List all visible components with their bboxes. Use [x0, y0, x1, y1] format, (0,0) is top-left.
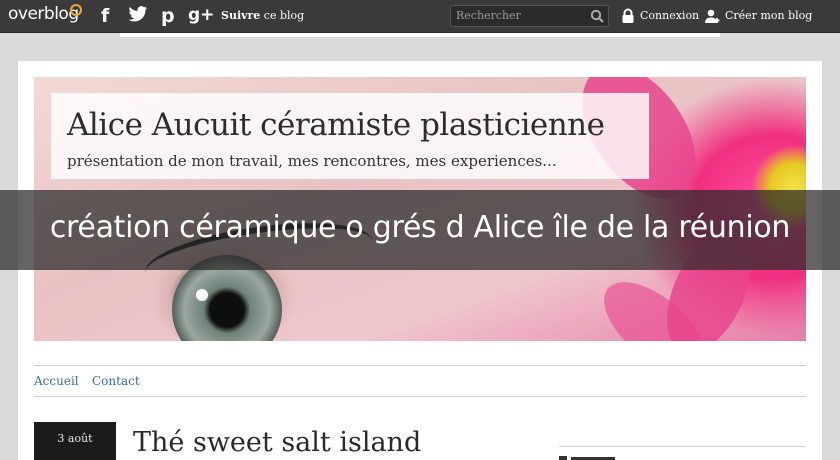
follow-bold: Suivre: [221, 9, 261, 22]
page-title: création céramique o grés d Alice île de…: [49, 210, 791, 245]
search-box: [450, 5, 609, 27]
blog-title[interactable]: Alice Aucuit céramiste plasticienne: [67, 107, 605, 143]
page-title-overlay: création céramique o grés d Alice île de…: [0, 190, 840, 270]
search-input[interactable]: [456, 9, 586, 22]
nav-item-contact[interactable]: Contact: [92, 374, 140, 388]
overblog-topbar: overblog f p g+ Suivre ce blog Connexion…: [0, 0, 840, 33]
sidebar-divider: [559, 446, 805, 447]
follow-rest: ce blog: [260, 9, 305, 22]
overblog-logo-mark-icon: [70, 4, 82, 16]
post-date: 3 août: [57, 432, 93, 445]
lock-icon: [622, 8, 634, 23]
nav-item-accueil[interactable]: Accueil: [34, 374, 79, 388]
topbar-underline: [120, 33, 720, 37]
twitter-icon[interactable]: [128, 5, 148, 28]
blog-title-box: Alice Aucuit céramiste plasticienne prés…: [51, 93, 649, 179]
banner-eye-glint: [196, 289, 208, 301]
search-icon[interactable]: [590, 9, 604, 23]
sidebar-heading-stub: [559, 456, 615, 460]
blog-subtitle: présentation de mon travail, mes rencont…: [67, 152, 557, 170]
blog-nav: Accueil Contact: [34, 365, 806, 397]
facebook-icon[interactable]: f: [101, 5, 109, 27]
overblog-logo[interactable]: overblog: [8, 4, 79, 24]
pinterest-icon[interactable]: p: [161, 5, 175, 27]
google-plus-icon[interactable]: g+: [188, 5, 214, 25]
create-blog-link[interactable]: Créer mon blog: [725, 9, 812, 22]
user-add-icon: [705, 9, 720, 23]
login-link[interactable]: Connexion: [640, 9, 699, 22]
follow-blog-link[interactable]: Suivre ce blog: [221, 9, 304, 22]
post-title[interactable]: Thé sweet salt island: [133, 427, 421, 458]
post-date-badge: 3 août: [34, 422, 116, 460]
